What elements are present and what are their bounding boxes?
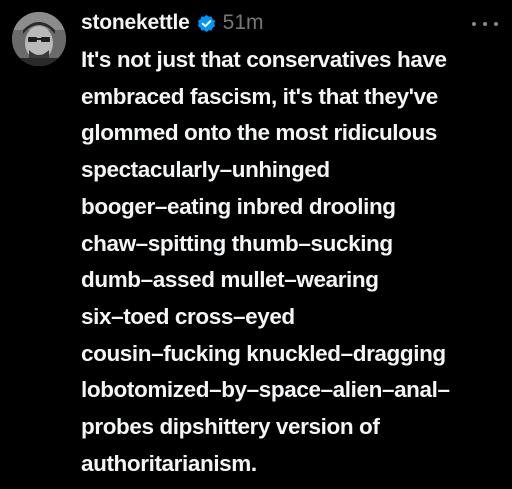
post-text-line: booger–eating inbred drooling xyxy=(81,193,396,219)
post-text-line: lobotomized–by–space–alien–anal– xyxy=(81,377,450,403)
username[interactable]: stonekettle xyxy=(81,11,190,35)
avatar[interactable] xyxy=(12,12,66,66)
post-text-line: chaw–spitting thumb–sucking xyxy=(81,230,393,256)
more-options-icon[interactable] xyxy=(472,14,498,34)
more-dot xyxy=(483,22,487,26)
post-body: It's not just that conservatives have em… xyxy=(81,42,501,482)
post-text-line: It's not just that conservatives have xyxy=(81,47,447,72)
post-text-line: glommed onto the most ridiculous xyxy=(81,120,437,146)
post-card: stonekettle 51m It's not just that conse… xyxy=(0,0,512,489)
more-dot xyxy=(472,22,476,26)
post-text-line: six–toed cross–eyed xyxy=(81,303,295,329)
avatar-image xyxy=(12,12,66,66)
post-text-line: spectacularly–unhinged xyxy=(81,157,330,183)
verified-badge-icon xyxy=(196,13,217,34)
post-text-line: embraced fascism, it's that they've xyxy=(81,83,438,109)
post-header: stonekettle 51m xyxy=(81,8,264,38)
post-text-line: dumb–assed mullet–wearing xyxy=(81,267,379,293)
post-text-line: cousin–fucking knuckled–dragging xyxy=(81,340,446,366)
post-text-line: probes dipshittery version of xyxy=(81,414,380,440)
timestamp: 51m xyxy=(222,11,264,34)
post-text-line: authoritarianism. xyxy=(81,450,257,476)
more-dot xyxy=(494,22,498,26)
